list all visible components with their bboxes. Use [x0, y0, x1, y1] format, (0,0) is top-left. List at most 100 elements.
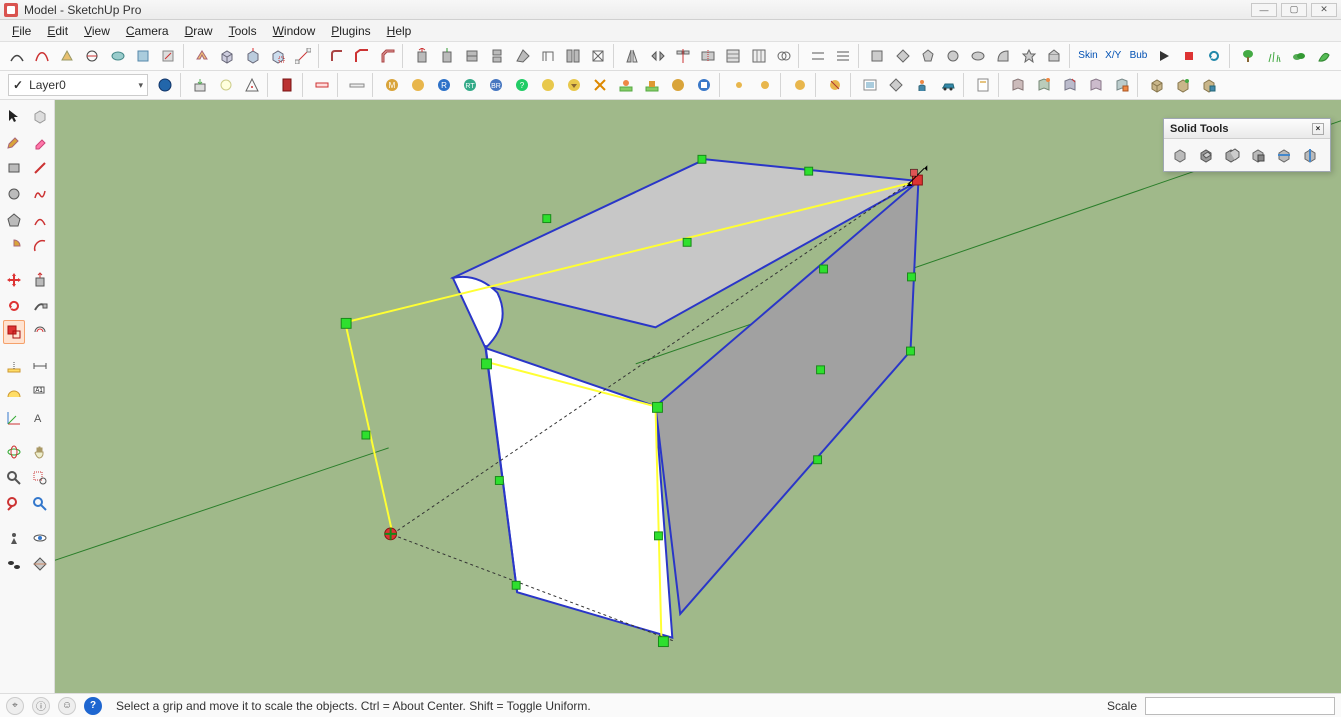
- viewport-3d[interactable]: Solid Tools ×: [55, 100, 1341, 693]
- tool-crate-2[interactable]: [1171, 73, 1195, 97]
- tool-orb-o[interactable]: [406, 73, 430, 97]
- menu-draw[interactable]: Draw: [177, 22, 221, 40]
- tool-sphere-m[interactable]: [753, 73, 777, 97]
- tool-offset[interactable]: [29, 320, 51, 344]
- tool-cube1[interactable]: [216, 44, 239, 68]
- tool-refresh[interactable]: [1203, 44, 1226, 68]
- tool-shp-2[interactable]: [891, 44, 914, 68]
- status-geo-icon[interactable]: ⌖: [6, 697, 24, 715]
- tool-photo-2[interactable]: [884, 73, 908, 97]
- tool-book-2[interactable]: [1032, 73, 1056, 97]
- menu-tools[interactable]: Tools: [221, 22, 265, 40]
- tool-jpp-3[interactable]: [461, 44, 484, 68]
- tool-zoom-prev[interactable]: [3, 492, 25, 516]
- tool-rotate[interactable]: [3, 294, 25, 318]
- tool-circle[interactable]: [3, 182, 25, 206]
- tool-book-3[interactable]: [1058, 73, 1082, 97]
- tool-zoom-window[interactable]: [29, 466, 51, 490]
- tool-lines-1[interactable]: [806, 44, 829, 68]
- menu-camera[interactable]: Camera: [118, 22, 177, 40]
- tool-reverse[interactable]: [156, 44, 179, 68]
- tool-book-4[interactable]: [1084, 73, 1108, 97]
- status-info-icon[interactable]: ⓘ: [32, 697, 50, 715]
- minimize-button[interactable]: —: [1251, 3, 1277, 17]
- tool-jpp-2[interactable]: [435, 44, 458, 68]
- tool-layer-manager[interactable]: [153, 73, 177, 97]
- tool-align[interactable]: [671, 44, 694, 68]
- tool-round-corner[interactable]: [326, 44, 349, 68]
- tool-ruler[interactable]: [345, 73, 369, 97]
- tool-bush[interactable]: [1287, 44, 1310, 68]
- tool-shp-5[interactable]: [967, 44, 990, 68]
- tool-eraser[interactable]: [29, 130, 51, 154]
- tool-zoom-extents[interactable]: [29, 492, 51, 516]
- tool-paint[interactable]: [3, 130, 25, 154]
- status-help-icon[interactable]: ?: [84, 697, 102, 715]
- tool-pushpull[interactable]: [29, 268, 51, 292]
- tool-chamfer[interactable]: [376, 44, 399, 68]
- tool-bezier[interactable]: [30, 44, 53, 68]
- tool-cube-sel[interactable]: [266, 44, 289, 68]
- tool-sphere-x[interactable]: [823, 73, 847, 97]
- solid-tools-header[interactable]: Solid Tools ×: [1164, 119, 1330, 139]
- tool-curtain[interactable]: [275, 73, 299, 97]
- layer-selector[interactable]: ✓ Layer0 ▾: [8, 74, 148, 96]
- tool-orb-m[interactable]: M: [380, 73, 404, 97]
- close-button[interactable]: ✕: [1311, 3, 1337, 17]
- tool-import-2[interactable]: [214, 73, 238, 97]
- tool-car[interactable]: [936, 73, 960, 97]
- tool-jpp-1[interactable]: [410, 44, 433, 68]
- tool-arc[interactable]: [29, 208, 51, 232]
- tool-pan[interactable]: [29, 440, 51, 464]
- tool-jpp-8[interactable]: [587, 44, 610, 68]
- solid-trim[interactable]: [1272, 143, 1296, 167]
- tool-mirror[interactable]: [621, 44, 644, 68]
- tool-jpp-5[interactable]: [511, 44, 534, 68]
- maximize-button[interactable]: ▢: [1281, 3, 1307, 17]
- tool-polygon[interactable]: [3, 208, 25, 232]
- tool-shp-8[interactable]: [1042, 44, 1065, 68]
- tool-make-face[interactable]: [55, 44, 78, 68]
- tool-grass[interactable]: [1262, 44, 1285, 68]
- tool-position-camera[interactable]: [3, 526, 25, 550]
- tool-orb-x[interactable]: [588, 73, 612, 97]
- tool-pie[interactable]: [3, 234, 25, 258]
- tool-photo-1[interactable]: [858, 73, 882, 97]
- tool-walk[interactable]: [3, 552, 25, 576]
- tool-orient[interactable]: [131, 44, 154, 68]
- vcb-input[interactable]: [1145, 697, 1335, 715]
- tool-shell[interactable]: [191, 44, 214, 68]
- tool-sphere-l[interactable]: [788, 73, 812, 97]
- tool-line[interactable]: [29, 156, 51, 180]
- menu-help[interactable]: Help: [379, 22, 420, 40]
- tool-import-3[interactable]: [240, 73, 264, 97]
- tool-orb-r[interactable]: R: [432, 73, 456, 97]
- tool-grid[interactable]: [747, 44, 770, 68]
- tool-person[interactable]: [910, 73, 934, 97]
- tool-followme[interactable]: [29, 294, 51, 318]
- solid-union[interactable]: [1220, 143, 1244, 167]
- tool-stop[interactable]: [1177, 44, 1200, 68]
- tool-book-1[interactable]: [1006, 73, 1030, 97]
- tool-skin[interactable]: Skin: [1076, 44, 1099, 68]
- tool-red-ruler[interactable]: [310, 73, 334, 97]
- solid-split[interactable]: [1298, 143, 1322, 167]
- menu-edit[interactable]: Edit: [39, 22, 76, 40]
- tool-crate-3[interactable]: [1197, 73, 1221, 97]
- tool-arc2pt[interactable]: [5, 44, 28, 68]
- solid-tools-panel[interactable]: Solid Tools ×: [1163, 118, 1331, 172]
- status-user-icon[interactable]: ☺: [58, 697, 76, 715]
- tool-xy[interactable]: X/Y: [1102, 44, 1125, 68]
- menu-view[interactable]: View: [76, 22, 118, 40]
- tool-shp-6[interactable]: [992, 44, 1015, 68]
- tool-orb-rt[interactable]: RT: [458, 73, 482, 97]
- tool-protractor[interactable]: [3, 380, 25, 404]
- tool-dimension[interactable]: [29, 354, 51, 378]
- tool-book-5[interactable]: [1110, 73, 1134, 97]
- tool-import-1[interactable]: [188, 73, 212, 97]
- tool-leaf[interactable]: [1312, 44, 1335, 68]
- tool-orbit[interactable]: [3, 440, 25, 464]
- solid-outer-shell[interactable]: [1168, 143, 1192, 167]
- tool-weld[interactable]: [81, 44, 104, 68]
- tool-select[interactable]: [3, 104, 25, 128]
